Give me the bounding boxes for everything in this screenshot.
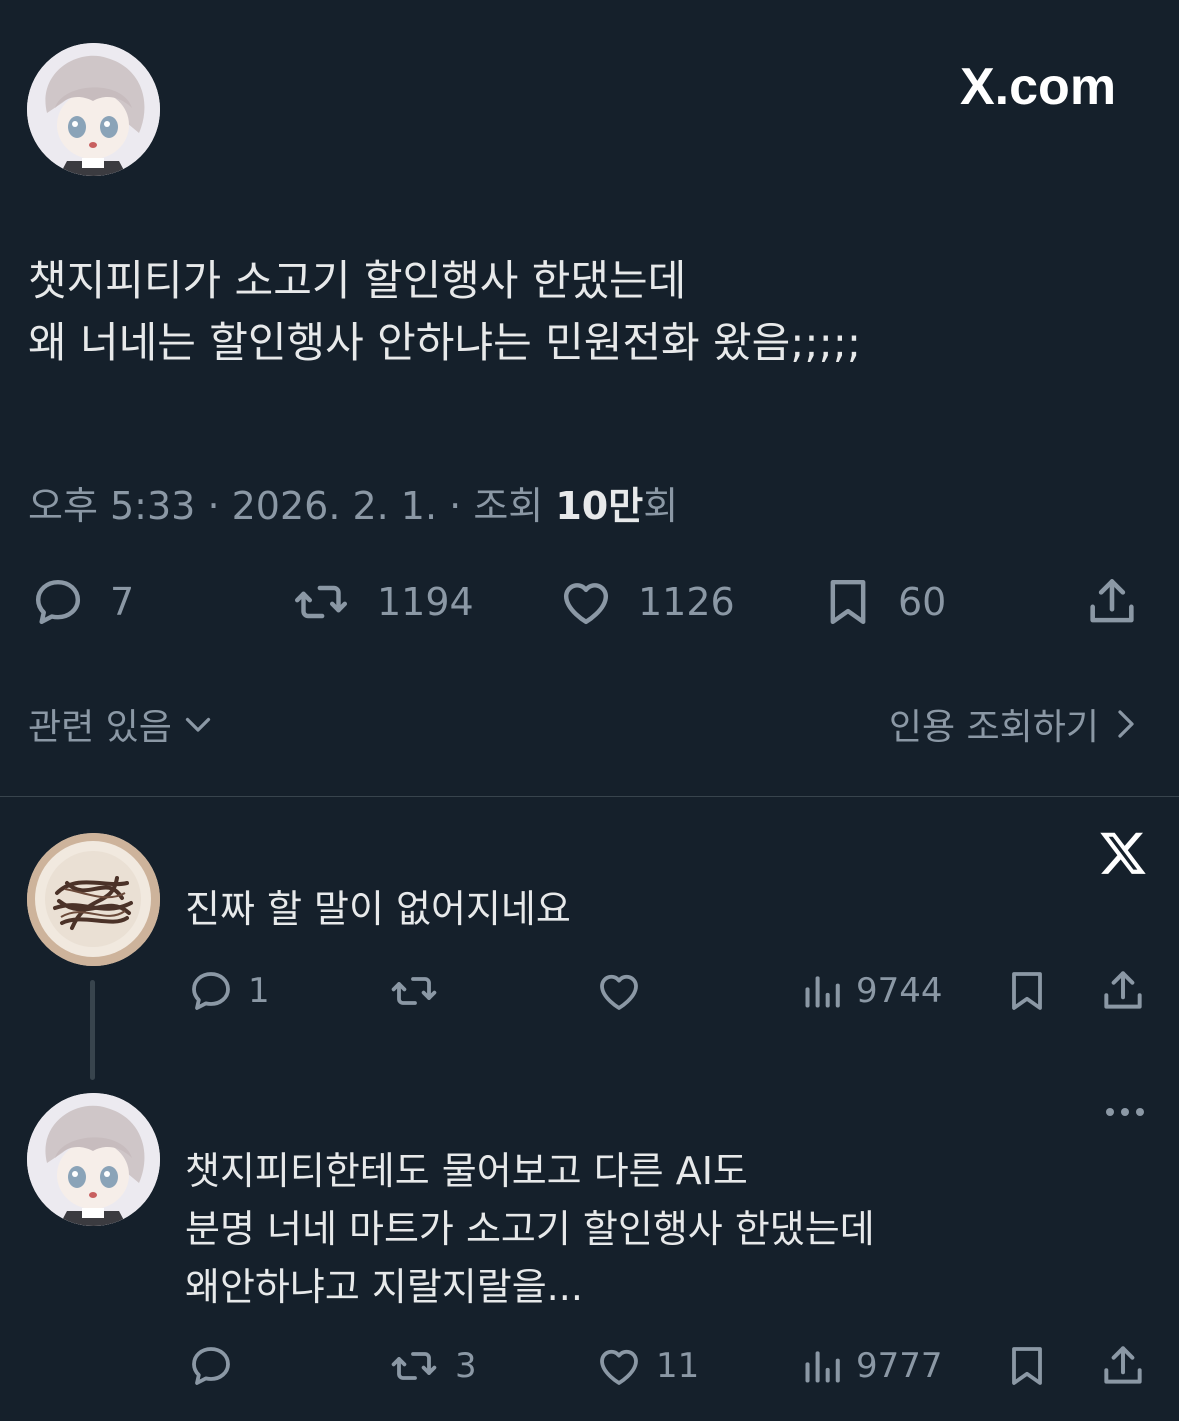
- chevron-right-icon: [1111, 706, 1141, 742]
- like-action[interactable]: 11: [594, 1341, 699, 1391]
- reply-text-line: 분명 너네 마트가 소고기 할인행사 한댔는데: [185, 1207, 875, 1251]
- views-count: 10만: [555, 484, 644, 528]
- repost-action[interactable]: 1194: [287, 572, 474, 632]
- meta-separator: ·: [449, 484, 474, 528]
- related-label: 관련 있음: [28, 707, 172, 748]
- share-icon: [1082, 573, 1142, 631]
- share-icon: [1098, 966, 1148, 1016]
- reply-avatar[interactable]: [27, 833, 160, 966]
- thread-connector: [90, 980, 95, 1080]
- views-label: 조회: [473, 484, 544, 528]
- repost-count: 1194: [377, 580, 474, 624]
- like-action[interactable]: 1126: [556, 572, 735, 632]
- reply-icon: [186, 1342, 236, 1390]
- repost-icon: [385, 1342, 443, 1390]
- analytics-icon: [800, 967, 844, 1015]
- repost-action[interactable]: 3: [385, 1341, 477, 1391]
- bookmark-icon: [1003, 1342, 1051, 1390]
- post-text-line: 챗지피티가 소고기 할인행사 한댔는데: [28, 256, 687, 305]
- share-action[interactable]: [1098, 966, 1148, 1016]
- reply-text: 챗지피티한테도 물어보고 다른 AI도 분명 너네 마트가 소고기 할인행사 한…: [185, 1142, 875, 1316]
- repost-count: 3: [455, 1346, 477, 1386]
- share-action[interactable]: [1082, 572, 1142, 632]
- reply-text-line: 왜안하냐고 지랄지랄을...: [185, 1265, 583, 1309]
- reply-action[interactable]: 7: [28, 572, 134, 632]
- reply-text-line: 챗지피티한테도 물어보고 다른 AI도: [185, 1149, 748, 1193]
- analytics-icon: [800, 1342, 844, 1390]
- views-action[interactable]: 9777: [800, 1341, 943, 1391]
- reply-avatar[interactable]: [27, 1093, 160, 1226]
- reply-action[interactable]: 1: [186, 966, 270, 1016]
- views-count: 9777: [856, 1346, 943, 1386]
- heart-icon: [594, 967, 644, 1015]
- reply-count: 7: [110, 580, 135, 624]
- post-text-line: 왜 너네는 할인행사 안하냐는 민원전화 왔음;;;;;: [28, 318, 862, 367]
- more-options-icon[interactable]: [1102, 1100, 1148, 1124]
- share-action[interactable]: [1098, 1341, 1148, 1391]
- view-quotes-link[interactable]: 인용 조회하기: [889, 698, 1141, 750]
- heart-icon: [556, 574, 616, 630]
- bookmark-action[interactable]: [1003, 966, 1051, 1016]
- bookmark-icon: [1003, 967, 1051, 1015]
- bookmark-action[interactable]: [1003, 1341, 1051, 1391]
- share-icon: [1098, 1341, 1148, 1391]
- like-count: 1126: [638, 580, 735, 624]
- post-meta: 오후 5:33 · 2026. 2. 1. · 조회 10만회: [28, 475, 678, 530]
- like-action[interactable]: [594, 966, 656, 1016]
- reply-text: 진짜 할 말이 없어지네요: [185, 880, 571, 938]
- chevron-down-icon: [180, 706, 216, 742]
- views-suffix: 회: [643, 484, 679, 528]
- post-text: 챗지피티가 소고기 할인행사 한댔는데 왜 너네는 할인행사 안하냐는 민원전화…: [28, 250, 861, 374]
- meta-separator: ·: [207, 484, 232, 528]
- quotes-label: 인용 조회하기: [888, 707, 1099, 748]
- bookmark-count: 60: [898, 580, 947, 624]
- reply-icon: [186, 967, 236, 1015]
- heart-icon: [594, 1342, 644, 1390]
- post-time[interactable]: 오후 5:33: [28, 484, 195, 528]
- related-toggle[interactable]: 관련 있음: [28, 698, 216, 750]
- section-divider: [0, 796, 1179, 797]
- reply-icon: [28, 574, 88, 630]
- post-date[interactable]: 2026. 2. 1.: [232, 484, 437, 528]
- like-count: 11: [656, 1346, 700, 1386]
- bookmark-icon: [820, 574, 876, 630]
- repost-icon: [287, 574, 355, 630]
- reply-action[interactable]: [186, 1341, 248, 1391]
- views-action[interactable]: 9744: [800, 966, 943, 1016]
- reply-count: 1: [248, 971, 270, 1011]
- repost-icon: [385, 967, 443, 1015]
- reply-text-line: 진짜 할 말이 없어지네요: [185, 887, 571, 931]
- x-logo-icon[interactable]: [1098, 828, 1148, 878]
- repost-action[interactable]: [385, 966, 455, 1016]
- author-avatar[interactable]: [27, 43, 160, 176]
- views-count: 9744: [856, 971, 943, 1011]
- site-label-text: X.com: [960, 58, 1117, 116]
- bookmark-action[interactable]: 60: [820, 572, 946, 632]
- site-label: X.com: [960, 52, 1116, 122]
